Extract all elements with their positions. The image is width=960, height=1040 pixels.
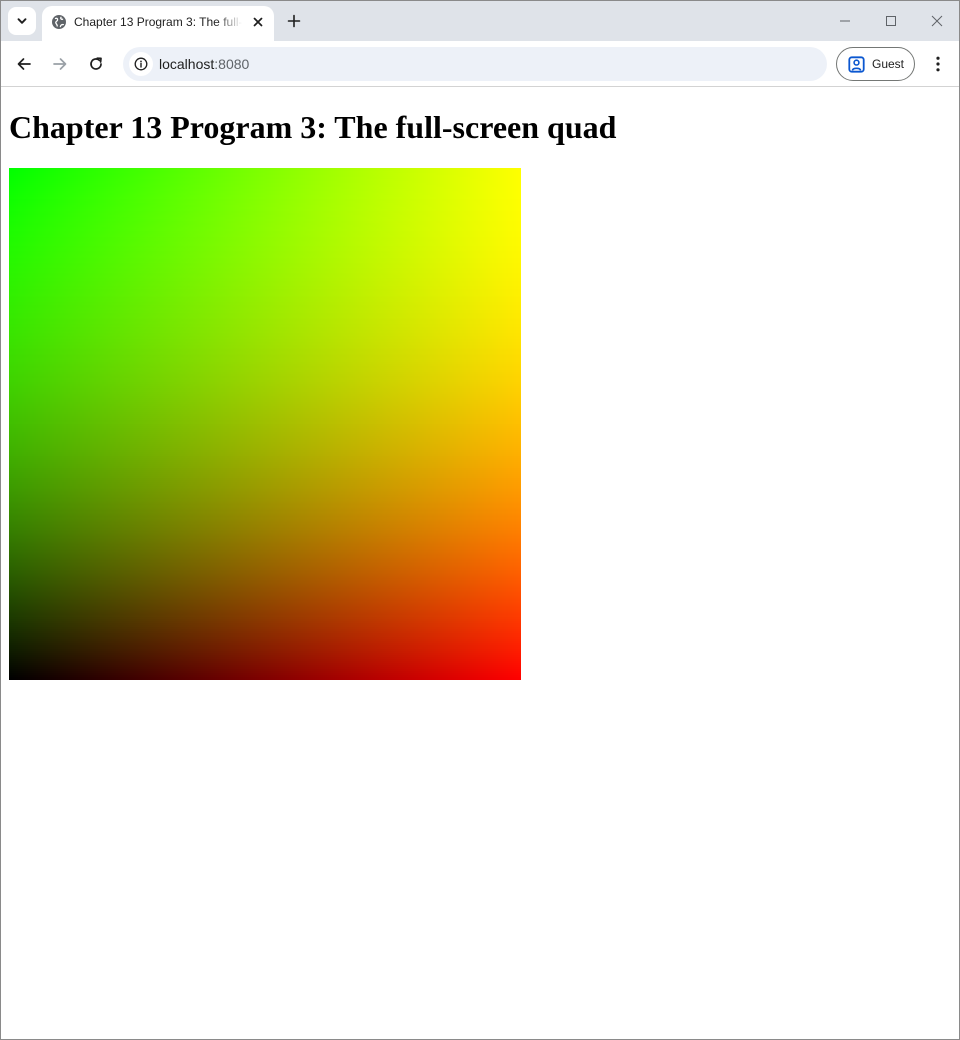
arrow-left-icon	[17, 58, 31, 70]
minimize-icon	[840, 20, 850, 22]
globe-icon	[52, 15, 66, 29]
maximize-button[interactable]	[876, 7, 906, 35]
chevron-down-icon	[17, 18, 27, 24]
maximize-icon	[886, 16, 896, 26]
webgl-canvas[interactable]	[9, 168, 521, 680]
new-tab-button[interactable]	[282, 9, 306, 33]
more-vert-icon	[936, 56, 940, 72]
url-host: localhost	[159, 56, 215, 72]
forward-button[interactable]	[45, 49, 75, 79]
browser-toolbar: localhost:8080 Guest	[1, 41, 959, 87]
tab-title: Chapter 13 Program 3: The full-screen qu…	[74, 15, 242, 29]
browser-window: Chapter 13 Program 3: The full-screen qu…	[0, 0, 960, 1040]
tab-active[interactable]: Chapter 13 Program 3: The full-screen qu…	[42, 6, 274, 41]
back-button[interactable]	[9, 49, 39, 79]
tab-strip: Chapter 13 Program 3: The full-screen qu…	[1, 1, 959, 41]
minimize-button[interactable]	[830, 7, 860, 35]
profile-label: Guest	[872, 57, 905, 71]
url-port: :8080	[214, 56, 250, 72]
info-icon	[134, 57, 148, 71]
site-info-button[interactable]	[129, 52, 153, 76]
arrow-right-icon	[53, 58, 67, 70]
url-text[interactable]: localhost:8080	[159, 56, 249, 72]
page-content: Chapter 13 Program 3: The full-screen qu…	[1, 88, 959, 1039]
canvas-gradient-top	[9, 168, 521, 680]
reload-icon	[90, 57, 102, 70]
tab-search-button[interactable]	[8, 7, 36, 35]
person-badge-icon	[848, 56, 865, 73]
plus-icon	[287, 14, 301, 28]
profile-button[interactable]: Guest	[836, 47, 915, 81]
browser-menu-button[interactable]	[923, 49, 953, 79]
close-icon	[931, 15, 943, 27]
close-window-button[interactable]	[922, 7, 952, 35]
tab-close-button[interactable]	[249, 13, 267, 31]
page-title: Chapter 13 Program 3: The full-screen qu…	[9, 109, 617, 145]
address-bar[interactable]: localhost:8080	[123, 47, 827, 81]
close-icon	[253, 17, 263, 27]
reload-button[interactable]	[81, 49, 111, 79]
